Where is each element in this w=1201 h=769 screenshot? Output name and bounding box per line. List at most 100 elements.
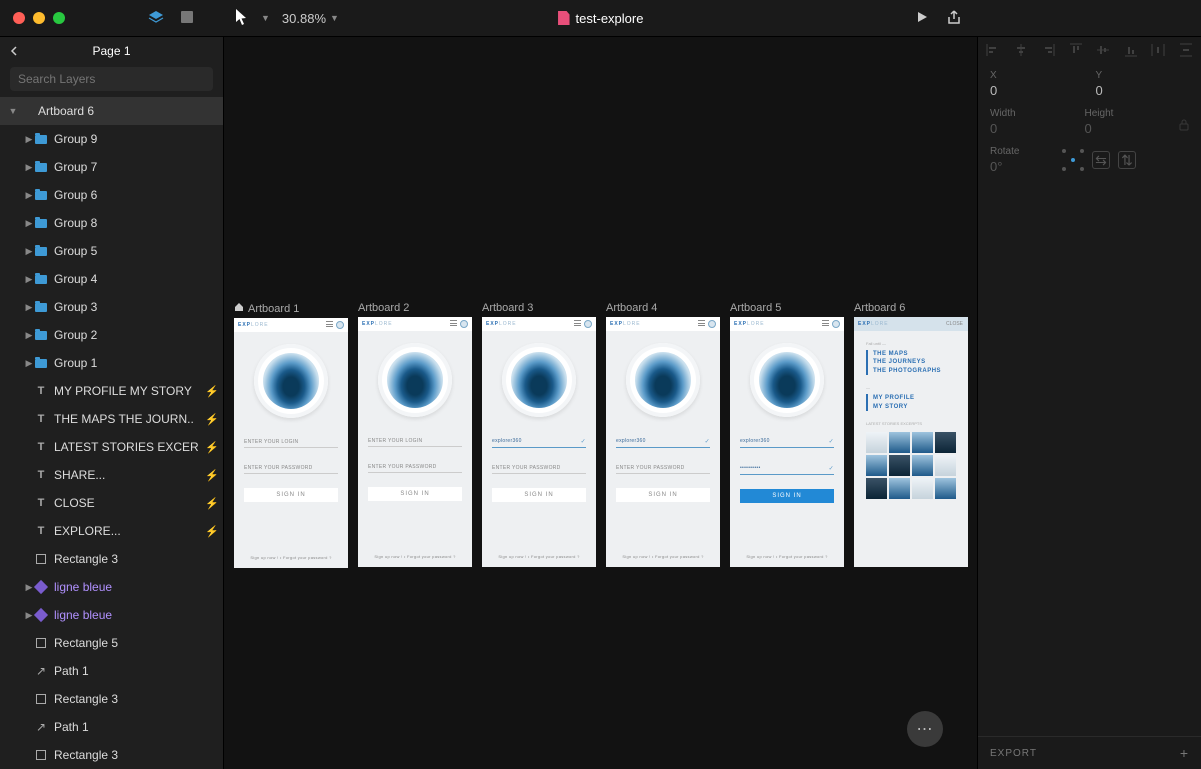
layer-row[interactable]: TMY PROFILE MY STORY⚡ [0,377,223,405]
layer-row[interactable]: ▶Group 9 [0,125,223,153]
artboard-label[interactable]: Artboard 4 [606,302,720,314]
artboard[interactable]: EXPLORE explorer360✓ ENTER YOUR PASSWORD… [606,317,720,567]
disclosure-icon[interactable]: ▶ [24,330,34,341]
components-panel-icon[interactable] [179,9,195,28]
layer-row[interactable]: Rectangle 3 [0,685,223,713]
titlebar: ▼ 30.88%▼ test-explore [0,0,1201,37]
play-icon[interactable] [915,10,929,27]
layer-row[interactable]: ▶ Group 4 [0,265,223,293]
layer-label: THE MAPS THE JOURN.. [54,412,205,426]
layer-row[interactable]: ▶ligne bleue [0,601,223,629]
layer-row[interactable]: TCLOSE⚡ [0,489,223,517]
avatar-ring [502,343,576,417]
layer-label: Group 6 [54,188,205,202]
avatar-ring [626,343,700,417]
maximize-window-icon[interactable] [53,12,65,24]
align-left-icon[interactable] [986,43,1000,60]
disclosure-icon[interactable]: ▶ [24,610,34,621]
artboard[interactable]: EXPLORE explorer360✓ ENTER YOUR PASSWORD… [482,317,596,567]
layer-row[interactable]: ↗Path 1 [0,657,223,685]
lock-icon[interactable] [1179,119,1189,134]
disclosure-icon[interactable]: ▶ [24,246,34,257]
align-right-icon[interactable] [1041,43,1055,60]
layer-row[interactable]: ▶ligne bleue [0,573,223,601]
search-input[interactable] [10,67,213,91]
zoom-level[interactable]: 30.88%▼ [282,11,339,26]
layer-row[interactable]: ▶Group 8 [0,209,223,237]
layer-row[interactable]: Rectangle 5 [0,629,223,657]
layer-row[interactable]: TLATEST STORIES EXCER⚡ [0,433,223,461]
text-icon: T [34,497,48,509]
disclosure-icon[interactable]: ▶ [24,582,34,593]
artboard-label[interactable]: Artboard 1 [234,302,348,315]
minimize-window-icon[interactable] [33,12,45,24]
layer-row[interactable]: ▼Artboard 6 [0,97,223,125]
align-hcenter-icon[interactable] [1014,43,1028,60]
flash-icon: ⚡ [205,413,223,426]
disclosure-icon[interactable]: ▶ [24,190,34,201]
disclosure-icon[interactable]: ▶ [24,274,34,285]
layer-row[interactable]: Rectangle 3 [0,741,223,769]
share-icon[interactable] [947,10,961,27]
flip-v-icon[interactable]: ⇅ [1118,151,1136,169]
artboard[interactable]: EXPLORE explorer360✓ ••••••••••✓ SIGN IN… [730,317,844,567]
home-icon [234,302,244,315]
layer-label: Group 4 [54,272,205,286]
layer-row[interactable]: TSHARE...⚡ [0,461,223,489]
width-value[interactable]: 0 [990,121,1073,136]
transform-origin[interactable] [1062,149,1084,171]
canvas[interactable]: Artboard 1 EXPLORE ENTER YOUR LOGIN ENTE… [224,37,977,769]
artboard[interactable]: EXPLORE ENTER YOUR LOGIN ENTER YOUR PASS… [358,317,472,567]
layer-row[interactable]: Rectangle 3 [0,545,223,573]
layer-row[interactable]: ▶Group 2 [0,321,223,349]
thumbnail [935,478,956,499]
close-window-icon[interactable] [13,12,25,24]
artboard-label[interactable]: Artboard 3 [482,302,596,314]
layer-row[interactable]: ▶ Group 6 [0,181,223,209]
align-top-icon[interactable] [1069,43,1083,60]
layer-row[interactable]: ▶Group 5 [0,237,223,265]
flip-h-icon[interactable]: ⇆ [1092,151,1110,169]
flash-icon: ⚡ [205,441,223,454]
signin-button: SIGN IN [244,488,338,502]
artboard-label[interactable]: Artboard 6 [854,302,968,314]
disclosure-icon[interactable]: ▶ [24,218,34,229]
align-bottom-icon[interactable] [1124,43,1138,60]
x-value[interactable]: 0 [990,83,1084,98]
page-header[interactable]: Page 1 [0,37,223,65]
plus-icon[interactable]: + [1180,745,1189,761]
dist-v-icon[interactable] [1179,43,1193,60]
layer-row[interactable]: ↗Path 1 [0,713,223,741]
thumbnail [912,455,933,476]
disclosure-icon[interactable]: ▶ [24,134,34,145]
height-value[interactable]: 0 [1085,121,1168,136]
text-icon: T [34,385,48,397]
artboard-label[interactable]: Artboard 5 [730,302,844,314]
disclosure-icon[interactable]: ▶ [24,162,34,173]
thumbnail [889,455,910,476]
rotate-value[interactable]: 0° [990,159,1050,174]
layers-panel-icon[interactable] [148,9,164,28]
cursor-tool-icon[interactable] [235,8,249,29]
layer-row[interactable]: ▶Group 1 [0,349,223,377]
disclosure-icon[interactable]: ▼ [8,106,18,116]
chevron-down-icon[interactable]: ▼ [261,13,270,23]
dist-h-icon[interactable] [1151,43,1165,60]
align-vcenter-icon[interactable] [1096,43,1110,60]
artboard-label[interactable]: Artboard 2 [358,302,472,314]
layer-row[interactable]: TEXPLORE...⚡ [0,517,223,545]
export-section[interactable]: EXPORT + [978,736,1201,769]
disclosure-icon[interactable]: ▶ [24,358,34,369]
layer-label: EXPLORE... [54,524,205,538]
artboard[interactable]: EXPLORE ENTER YOUR LOGIN ENTER YOUR PASS… [234,318,348,568]
path-icon: ↗ [34,720,48,734]
thumbnail [889,432,910,453]
artboard[interactable]: EXPLORE CLOSE Fall until — THE MAPSTHE J… [854,317,968,567]
y-value[interactable]: 0 [1096,83,1190,98]
layer-row[interactable]: TTHE MAPS THE JOURN..⚡ [0,405,223,433]
layer-row[interactable]: ▶Group 7 [0,153,223,181]
layer-row[interactable]: ▶Group 3 [0,293,223,321]
chat-fab[interactable]: ⋯ [907,711,943,747]
export-label: EXPORT [990,748,1037,759]
disclosure-icon[interactable]: ▶ [24,302,34,313]
